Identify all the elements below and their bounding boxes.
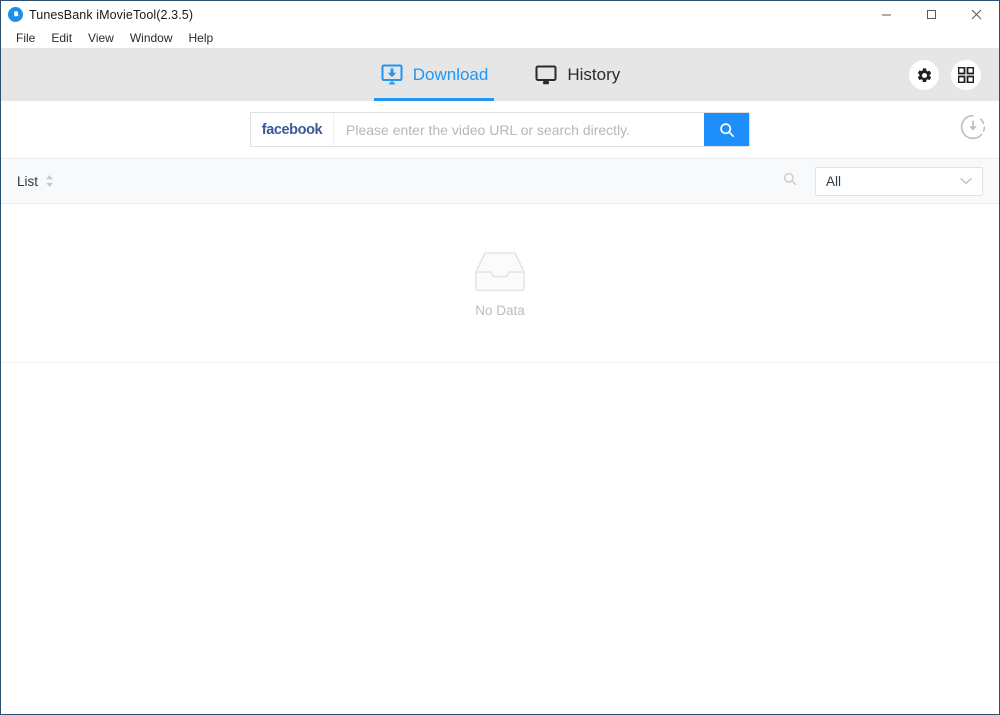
app-window: TunesBank iMovieTool(2.3.5) File Edit Vi… <box>0 0 1000 715</box>
search-icon <box>719 122 735 138</box>
menu-item-view[interactable]: View <box>80 29 122 48</box>
apps-grid-button[interactable] <box>951 60 981 90</box>
tab-download-label: Download <box>412 65 489 84</box>
grid-icon <box>958 67 974 83</box>
list-sort-control[interactable]: List <box>17 174 54 189</box>
filter-selected-value: All <box>826 173 842 189</box>
title-bar: TunesBank iMovieTool(2.3.5) <box>1 1 999 28</box>
list-search-button[interactable] <box>783 172 797 191</box>
url-search-input[interactable] <box>334 113 704 146</box>
monitor-icon <box>534 63 558 87</box>
chevron-down-icon <box>960 172 972 190</box>
content-area: No Data <box>1 204 999 714</box>
empty-state: No Data <box>1 204 999 363</box>
minimize-button[interactable] <box>864 1 909 28</box>
tab-list: Download History <box>373 49 627 101</box>
tunesbank-logo-icon <box>8 7 23 22</box>
window-title: TunesBank iMovieTool(2.3.5) <box>29 7 194 22</box>
nav-bar: Download History <box>1 49 999 101</box>
search-bar: facebook <box>250 112 750 147</box>
download-progress-icon <box>960 114 986 145</box>
toolbar-right-group: All <box>783 166 983 196</box>
window-controls <box>864 1 999 28</box>
gear-icon <box>916 67 933 84</box>
filter-dropdown[interactable]: All <box>815 166 983 196</box>
close-icon <box>971 9 982 20</box>
download-indicator-button[interactable] <box>957 114 989 146</box>
tab-history[interactable]: History <box>528 49 626 101</box>
nav-actions <box>909 49 981 101</box>
maximize-icon <box>927 10 936 19</box>
monitor-download-icon <box>380 63 404 87</box>
settings-button[interactable] <box>909 60 939 90</box>
close-button[interactable] <box>954 1 999 28</box>
list-toolbar: List All <box>1 158 999 204</box>
search-submit-button[interactable] <box>704 113 749 146</box>
list-label: List <box>17 173 39 189</box>
tab-download[interactable]: Download <box>373 49 495 101</box>
sort-arrows-icon <box>45 174 54 188</box>
maximize-button[interactable] <box>909 1 954 28</box>
search-icon <box>783 172 797 191</box>
menu-item-window[interactable]: Window <box>122 29 181 48</box>
empty-inbox-icon <box>472 248 528 294</box>
menu-item-help[interactable]: Help <box>181 29 222 48</box>
tab-history-label: History <box>567 65 621 84</box>
facebook-logo-text: facebook <box>261 121 323 138</box>
menu-item-file[interactable]: File <box>8 29 43 48</box>
minimize-icon <box>882 14 891 16</box>
menu-bar: File Edit View Window Help <box>1 28 999 49</box>
search-row: facebook <box>1 101 999 158</box>
empty-state-text: No Data <box>475 303 525 318</box>
site-selector-facebook[interactable]: facebook <box>251 113 334 146</box>
menu-item-edit[interactable]: Edit <box>43 29 80 48</box>
